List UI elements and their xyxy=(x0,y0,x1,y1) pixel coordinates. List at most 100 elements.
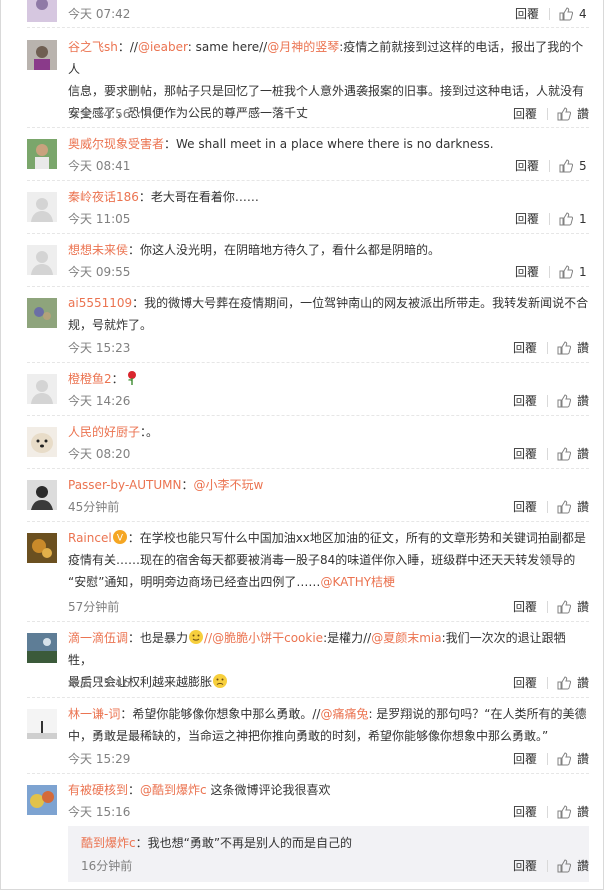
thumbs-up-icon[interactable] xyxy=(557,752,571,766)
reply-button[interactable]: 回覆 xyxy=(515,264,539,280)
divider xyxy=(549,213,550,225)
avatar[interactable] xyxy=(27,192,57,222)
avatar[interactable] xyxy=(27,427,57,457)
mention-link[interactable]: @小李不玩w xyxy=(193,478,263,492)
divider xyxy=(546,753,548,765)
reply-button[interactable]: 回覆 xyxy=(513,751,537,767)
avatar[interactable] xyxy=(27,785,57,815)
comment-actions: 回覆 4 xyxy=(515,6,589,22)
like-count: 1 xyxy=(579,212,587,226)
sub-reply-actions: 回覆 讚 xyxy=(513,858,589,874)
reply-button[interactable]: 回覆 xyxy=(515,158,539,174)
comment-text: : same here// xyxy=(187,40,268,54)
thumbs-up-icon[interactable] xyxy=(559,212,573,226)
mention-link[interactable]: @酷到爆炸c xyxy=(140,783,207,797)
vip-badge-icon: V xyxy=(112,529,128,545)
thumbs-up-icon[interactable] xyxy=(557,394,571,408)
mention-link[interactable]: //@脆脆小饼干cookie xyxy=(204,631,323,645)
avatar[interactable] xyxy=(27,298,57,328)
comment-item: 人民的好厨子：。 今天 08:20 回覆 讚 xyxy=(27,415,589,469)
mention-link[interactable]: @KATHY桔梗 xyxy=(320,575,395,589)
avatar[interactable] xyxy=(27,374,57,404)
thumbs-up-icon[interactable] xyxy=(557,500,571,514)
comment-text: ： xyxy=(128,783,141,797)
divider xyxy=(549,160,550,172)
avatar[interactable] xyxy=(27,533,57,563)
reply-button[interactable]: 回覆 xyxy=(513,804,537,820)
thumbs-up-icon[interactable] xyxy=(559,159,573,173)
comment-username[interactable]: 滴一滴伍调 xyxy=(68,631,128,645)
divider xyxy=(549,266,550,278)
reply-button[interactable]: 回覆 xyxy=(513,599,537,615)
frown-emoji-icon xyxy=(212,673,228,689)
thumbs-up-icon[interactable] xyxy=(557,600,571,614)
comment-time: 今天 11:05 xyxy=(68,212,131,226)
like-count: 讚 xyxy=(576,107,589,121)
comment-username[interactable]: Passer-by-AUTUMN xyxy=(68,478,181,492)
comment-text: ：也是暴力 xyxy=(128,631,189,645)
avatar[interactable] xyxy=(27,139,57,169)
comment-text: ：希望你能够像你想象中那么勇敢。// xyxy=(120,707,321,721)
thumbs-up-icon[interactable] xyxy=(557,676,571,690)
thumbs-up-icon[interactable] xyxy=(557,107,571,121)
comment-username[interactable]: 橙橙鱼2 xyxy=(68,372,112,386)
avatar[interactable] xyxy=(27,633,57,663)
reply-button[interactable]: 回覆 xyxy=(513,858,537,874)
avatar[interactable] xyxy=(27,0,57,22)
comment-actions: 回覆 讚 xyxy=(513,599,589,615)
divider xyxy=(546,601,548,613)
sub-reply-username[interactable]: 酷到爆炸c xyxy=(81,836,136,850)
comment-item: 橙橙鱼2： 今天 14:26 回覆 讚 xyxy=(27,362,589,416)
comment-body: ai5551109：我的微博大号葬在疫情期间，一位驾钟南山的网友被派出所带走。我… xyxy=(68,292,589,336)
comment-body: 有被硬核到：@酷到爆炸c 这条微博评论我很喜欢 xyxy=(68,779,589,801)
comment-text: 疫情有关……现在的宿舍每天都要被消毒一股子84的味道伴你入睡，班级群中还天天转发… xyxy=(68,553,576,567)
sub-reply: 酷到爆炸c：我也想“勇敢”不再是别人的而是自己的 16分钟前 回覆 讚 xyxy=(68,826,589,882)
comment-username[interactable]: Raincel xyxy=(68,531,112,545)
comment-text: : 是罗翔说的那句吗？“在人类所有的美德 xyxy=(368,707,587,721)
comment-username[interactable]: 奥威尔现象受害者 xyxy=(68,137,164,151)
comment-username[interactable]: 人民的好厨子 xyxy=(68,425,140,439)
like-count: 讚 xyxy=(576,676,589,690)
comment-username[interactable]: 想想未来侯 xyxy=(68,243,128,257)
comment-username[interactable]: ai5551109 xyxy=(68,296,132,310)
comment-username[interactable]: 谷之飞sh xyxy=(68,40,118,54)
comment-username[interactable]: 有被硬核到 xyxy=(68,783,128,797)
comment-body: 滴一滴伍调：也是暴力//@脆脆小饼干cookie:是權力//@夏颜末mia:我们… xyxy=(68,627,589,693)
avatar[interactable] xyxy=(27,245,57,275)
mention-link[interactable]: @痛痛兔 xyxy=(320,707,368,721)
comment-username[interactable]: 林一谦-词 xyxy=(68,707,120,721)
comment-text: ： xyxy=(111,372,124,386)
reply-button[interactable]: 回覆 xyxy=(515,6,539,22)
comment-username[interactable]: 秦岭夜话186 xyxy=(68,190,139,204)
thumbs-up-icon[interactable] xyxy=(557,859,571,873)
reply-button[interactable]: 回覆 xyxy=(513,446,537,462)
comment-actions: 回覆 讚 xyxy=(513,804,589,820)
thumbs-up-icon[interactable] xyxy=(557,447,571,461)
mention-link[interactable]: @ieaber xyxy=(138,40,188,54)
like-count: 讚 xyxy=(576,341,589,355)
reply-button[interactable]: 回覆 xyxy=(513,340,537,356)
comment-text: :是權力// xyxy=(323,631,372,645)
comment-item: Raincel V ：在学校也能只写什么中国加油xx地区加油的征文，所有的文章形势和… xyxy=(27,521,589,622)
reply-button[interactable]: 回覆 xyxy=(513,499,537,515)
comment-item: 秦岭夜话186：老大哥在看着你…… 今天 11:05 回覆 1 xyxy=(27,180,589,234)
comment-actions: 回覆 讚 xyxy=(513,751,589,767)
comment-actions: 回覆 讚 xyxy=(513,675,589,691)
reply-button[interactable]: 回覆 xyxy=(513,675,537,691)
thumbs-up-icon[interactable] xyxy=(557,805,571,819)
avatar[interactable] xyxy=(27,709,57,739)
avatar[interactable] xyxy=(27,40,57,70)
thumbs-up-icon[interactable] xyxy=(557,341,571,355)
mention-link[interactable]: @夏颜末mia xyxy=(371,631,441,645)
divider xyxy=(546,108,548,120)
mention-link[interactable]: @月神的竖琴 xyxy=(267,40,339,54)
comment-body: 想想未来侯：你这人没光明，在阴暗地方待久了，看什么都是阴暗的。 xyxy=(68,239,589,261)
avatar[interactable] xyxy=(27,480,57,510)
reply-button[interactable]: 回覆 xyxy=(513,393,537,409)
thumbs-up-icon[interactable] xyxy=(559,265,573,279)
reply-button[interactable]: 回覆 xyxy=(515,211,539,227)
reply-button[interactable]: 回覆 xyxy=(513,106,537,122)
thumbs-up-icon[interactable] xyxy=(559,7,573,21)
comment-actions: 回覆 讚 xyxy=(513,446,589,462)
like-count: 讚 xyxy=(576,447,589,461)
